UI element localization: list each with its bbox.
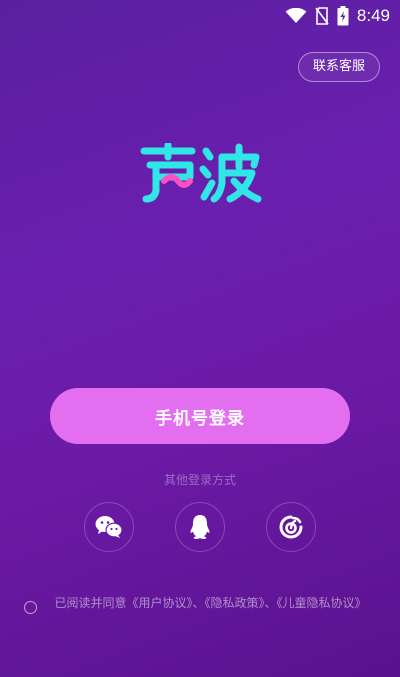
wifi-icon [285, 8, 307, 23]
wechat-icon [95, 516, 123, 538]
status-bar: 8:49 [0, 0, 400, 32]
netease-icon [279, 515, 303, 539]
no-sim-icon [315, 7, 329, 25]
agreement-radio[interactable] [24, 601, 37, 614]
agreement-row: 已阅读并同意《用户协议》、《隐私政策》、《儿童隐私协议》 [24, 595, 376, 614]
other-login-label: 其他登录方式 [163, 473, 236, 487]
qq-login-button[interactable] [175, 502, 225, 552]
social-login-row [0, 502, 400, 552]
agreement-text[interactable]: 已阅读并同意《用户协议》、《隐私政策》、《儿童隐私协议》 [45, 595, 376, 611]
battery-charging-icon [337, 6, 349, 26]
contact-support-button[interactable]: 联系客服 [297, 52, 380, 82]
wechat-login-button[interactable] [84, 502, 134, 552]
status-time: 8:49 [356, 6, 390, 25]
app-logo [140, 143, 262, 203]
qq-icon [190, 515, 210, 539]
netease-login-button[interactable] [266, 502, 316, 552]
phone-login-button[interactable]: 手机号登录 [50, 388, 350, 444]
